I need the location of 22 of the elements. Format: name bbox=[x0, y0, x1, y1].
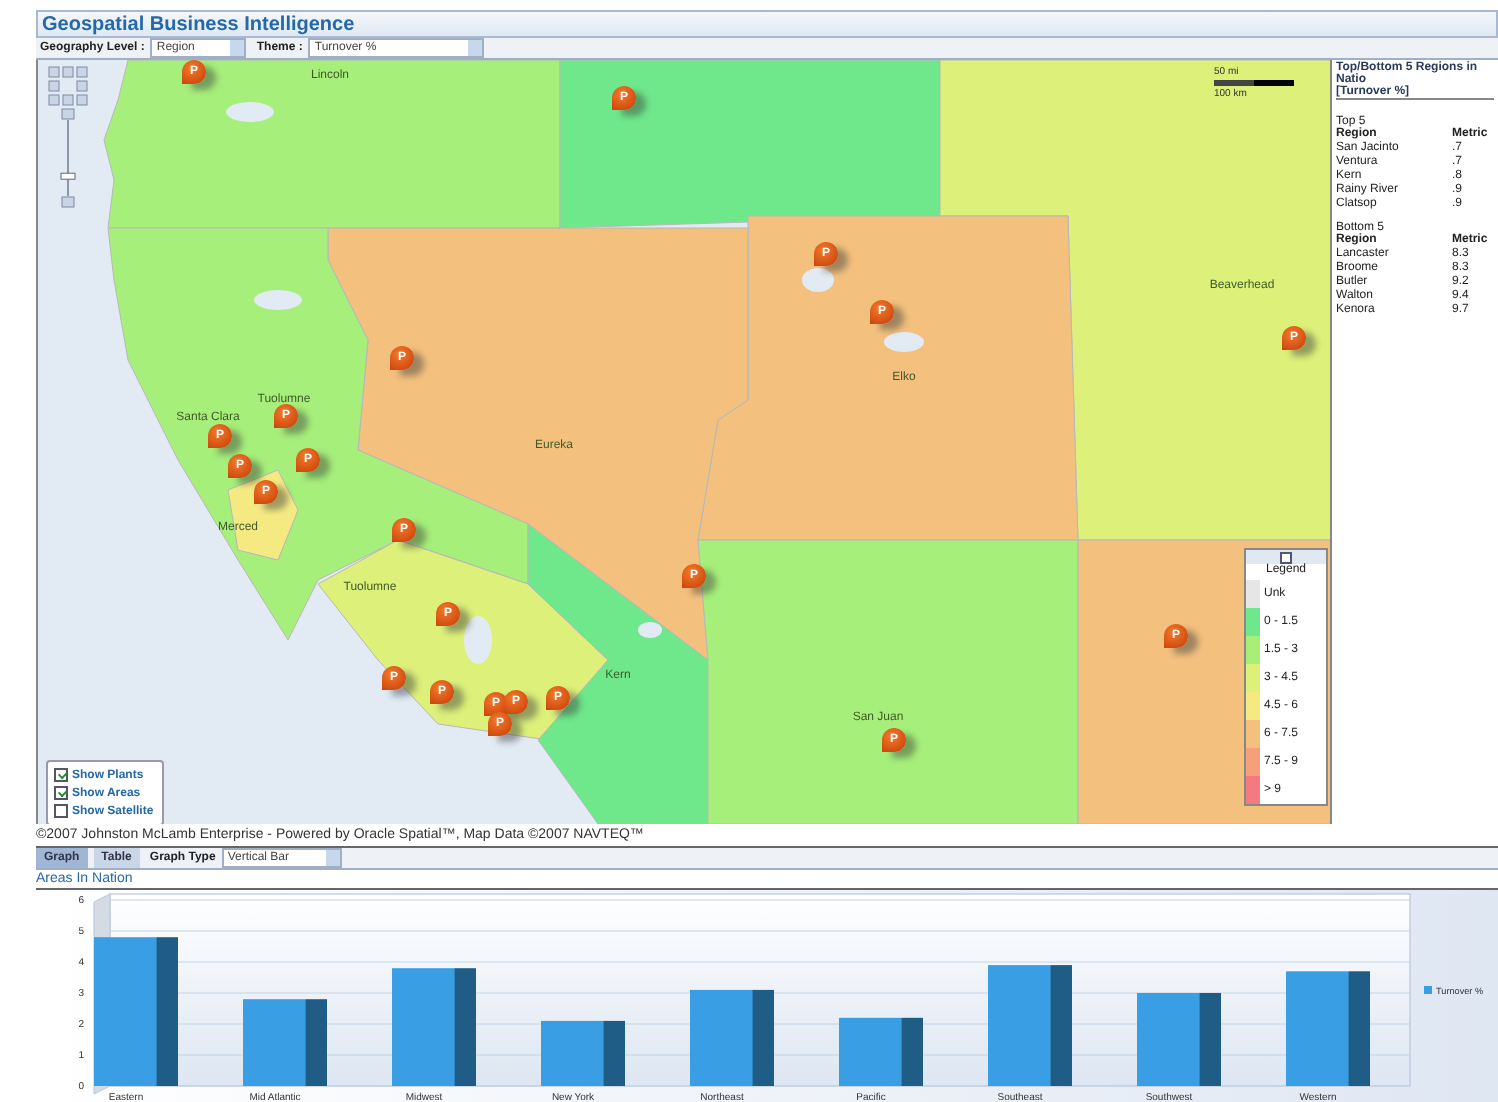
collapse-icon[interactable] bbox=[1280, 551, 1292, 563]
checkbox[interactable] bbox=[54, 786, 68, 800]
lake-area bbox=[226, 102, 274, 122]
lake-area bbox=[638, 622, 662, 638]
lake-area bbox=[884, 332, 924, 352]
bar bbox=[839, 1017, 923, 1086]
checkbox[interactable] bbox=[54, 768, 68, 782]
checkbox[interactable] bbox=[54, 804, 68, 818]
bar bbox=[392, 968, 476, 1086]
bar bbox=[1286, 971, 1370, 1086]
bar bbox=[243, 999, 327, 1086]
lake-area bbox=[802, 268, 834, 292]
bar bbox=[690, 989, 774, 1086]
bar bbox=[541, 1020, 625, 1086]
legend-swatch bbox=[1424, 986, 1432, 994]
bar bbox=[988, 965, 1072, 1086]
app-title: Geospatial Business Intelligence bbox=[42, 13, 355, 35]
scale-bar bbox=[1214, 80, 1294, 86]
lake-area bbox=[254, 290, 302, 310]
lake-area bbox=[464, 616, 492, 664]
bar bbox=[1137, 993, 1221, 1086]
zoom-slider[interactable] bbox=[60, 108, 76, 208]
